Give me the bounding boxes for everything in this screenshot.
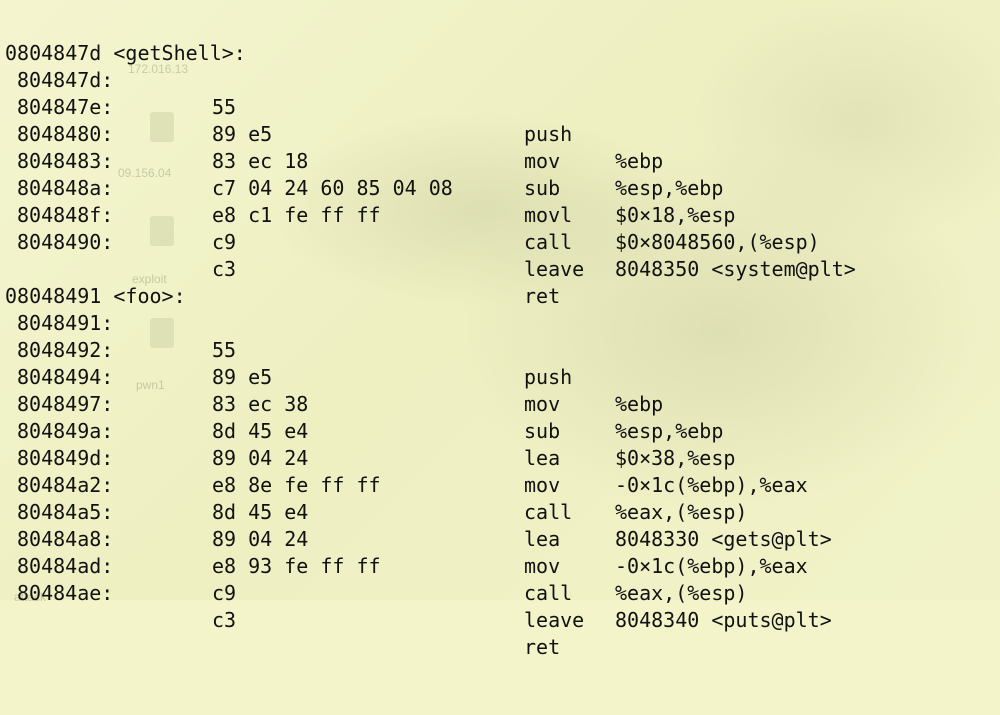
instruction-row: 804847e: 89 e5 mov %esp,%ebp: [5, 67, 1000, 200]
instruction-address: 80484ae:: [17, 581, 114, 605]
instruction-row: 80484ad: c9 leave: [5, 526, 1000, 632]
instruction-row: 8048497: 8d 45 e4 lea -0×1c(%ebp),%eax: [5, 364, 1000, 497]
instruction-row: 8048490: c3 ret: [5, 202, 1000, 308]
function-header-getshell: 0804847d <getShell>:: [5, 13, 1000, 65]
instruction-row: 804847d: 55 push %ebp: [5, 40, 1000, 173]
instruction-mnemonic: call: [524, 230, 573, 254]
instruction-operands: $0×8048560,(%esp): [615, 230, 820, 254]
instruction-row: 80484a8: e8 93 fe ff ff call 8048340 <pu…: [5, 499, 1000, 632]
instruction-row: 80484ae: c3 ret: [5, 553, 1000, 659]
instruction-operands: 8048340 <puts@plt>: [615, 608, 832, 632]
instruction-bytes: c3: [212, 608, 237, 632]
instruction-row: 804849a: 89 04 24 mov %eax,(%esp): [5, 391, 1000, 524]
function-header-foo: 08048491 <foo>:: [5, 256, 1000, 308]
instruction-mnemonic: ret: [524, 635, 561, 659]
instruction-row: 8048494: 83 ec 38 sub $0×38,%esp: [5, 337, 1000, 470]
instruction-row: 8048483: c7 04 24 60 85 04 08 movl $0×80…: [5, 121, 1000, 254]
instruction-address: 8048490:: [17, 230, 114, 254]
instruction-row: 804848a: e8 c1 fe ff ff call 8048350 <sy…: [5, 148, 1000, 281]
instruction-bytes: c9: [212, 230, 237, 254]
instruction-row: 8048480: 83 ec 18 sub $0×18,%esp: [5, 94, 1000, 227]
instruction-bytes: c9: [212, 581, 237, 605]
instruction-mnemonic: call: [524, 581, 573, 605]
instruction-row: 804848f: c9 leave: [5, 175, 1000, 281]
instruction-row: 80484a2: 8d 45 e4 lea -0×1c(%ebp),%eax: [5, 445, 1000, 578]
instruction-row: 8048491: 55 push %ebp: [5, 283, 1000, 416]
instruction-row: 8048492: 89 e5 mov %esp,%ebp: [5, 310, 1000, 443]
disassembly-listing: 0804847d <getShell>: 804847d: 55 push %e…: [5, 13, 1000, 659]
instruction-mnemonic: leave: [524, 608, 585, 632]
instruction-row: 80484a5: 89 04 24 mov %eax,(%esp): [5, 472, 1000, 605]
instruction-operands: %eax,(%esp): [615, 581, 748, 605]
instruction-row: 804849d: e8 8e fe ff ff call 8048330 <ge…: [5, 418, 1000, 551]
